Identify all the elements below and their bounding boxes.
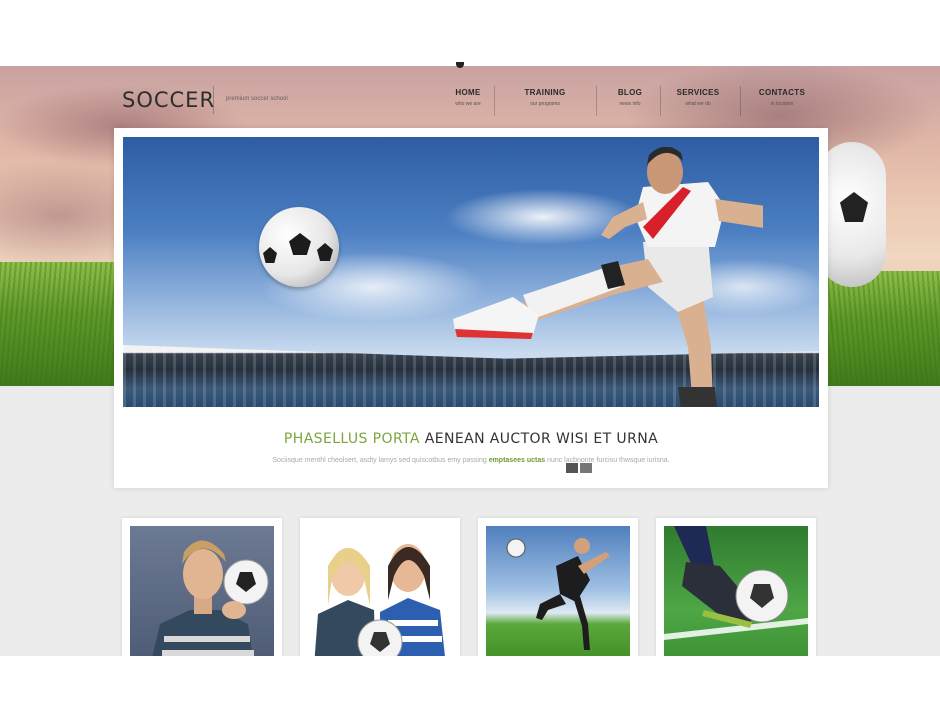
soccer-ball-image bbox=[259, 207, 339, 287]
slide-description: Sociisque menthl cheolsert, asdty lamys … bbox=[114, 457, 828, 464]
thumbnail-player-with-ball[interactable] bbox=[122, 518, 282, 656]
slider-dot-2[interactable] bbox=[580, 463, 592, 473]
kicking-player-image bbox=[453, 147, 763, 407]
logo-divider bbox=[213, 86, 214, 114]
nav-label: CONTACTS bbox=[758, 88, 806, 97]
slide-heading: PHASELLUS PORTA AENEAN AUCTOR WISI ET UR… bbox=[114, 431, 828, 447]
nav-label: TRAINING bbox=[524, 88, 566, 97]
nav-item-contacts[interactable]: CONTACTS in location bbox=[744, 88, 820, 107]
hero-slider: PHASELLUS PORTA AENEAN AUCTOR WISI ET UR… bbox=[114, 128, 828, 488]
nav-sublabel: our programs bbox=[530, 101, 560, 107]
nav-divider bbox=[740, 86, 741, 116]
thumbnail-image bbox=[664, 526, 808, 656]
nav-item-services[interactable]: SERVICES what we do bbox=[660, 88, 736, 107]
grass-left-background bbox=[0, 262, 120, 386]
site-tagline: premium soccer school bbox=[226, 96, 288, 102]
slide-heading-rest: AENEAN AUCTOR WISI ET URNA bbox=[419, 431, 659, 447]
nav-divider bbox=[494, 86, 495, 116]
website-canvas: SOCCER premium soccer school HOME who we… bbox=[0, 66, 940, 656]
site-logo[interactable]: SOCCER bbox=[122, 88, 215, 112]
nav-item-training[interactable]: TRAINING our programs bbox=[507, 88, 583, 107]
slide-image bbox=[123, 137, 819, 407]
slide-text-link[interactable]: emptasees uctas bbox=[489, 457, 545, 464]
thumbnail-image bbox=[308, 526, 452, 656]
slide-heading-accent: PHASELLUS PORTA bbox=[283, 431, 420, 447]
nav-label: SERVICES bbox=[676, 88, 720, 97]
thumbnail-two-fans[interactable] bbox=[300, 518, 460, 656]
slide-text-part: Sociisque menthl cheolsert, asdty lamys … bbox=[272, 457, 489, 464]
nav-sublabel: what we do bbox=[685, 101, 711, 107]
background-ball-image bbox=[818, 142, 886, 287]
slider-dot-1[interactable] bbox=[566, 463, 578, 473]
nav-label: BLOG bbox=[617, 88, 643, 97]
thumbnail-image bbox=[486, 526, 630, 656]
nav-sublabel: news info bbox=[619, 101, 641, 107]
thumbnail-image bbox=[130, 526, 274, 656]
thumbnail-boot-and-ball[interactable] bbox=[656, 518, 816, 656]
nav-item-blog[interactable]: BLOG news info bbox=[592, 88, 668, 107]
slide-text-part: nunc lacbnonte furcisu thwsque iurisna. bbox=[545, 457, 670, 464]
nav-sublabel: in location bbox=[770, 101, 794, 107]
thumbnail-player-kick[interactable] bbox=[478, 518, 638, 656]
grass-right-background bbox=[826, 271, 940, 386]
